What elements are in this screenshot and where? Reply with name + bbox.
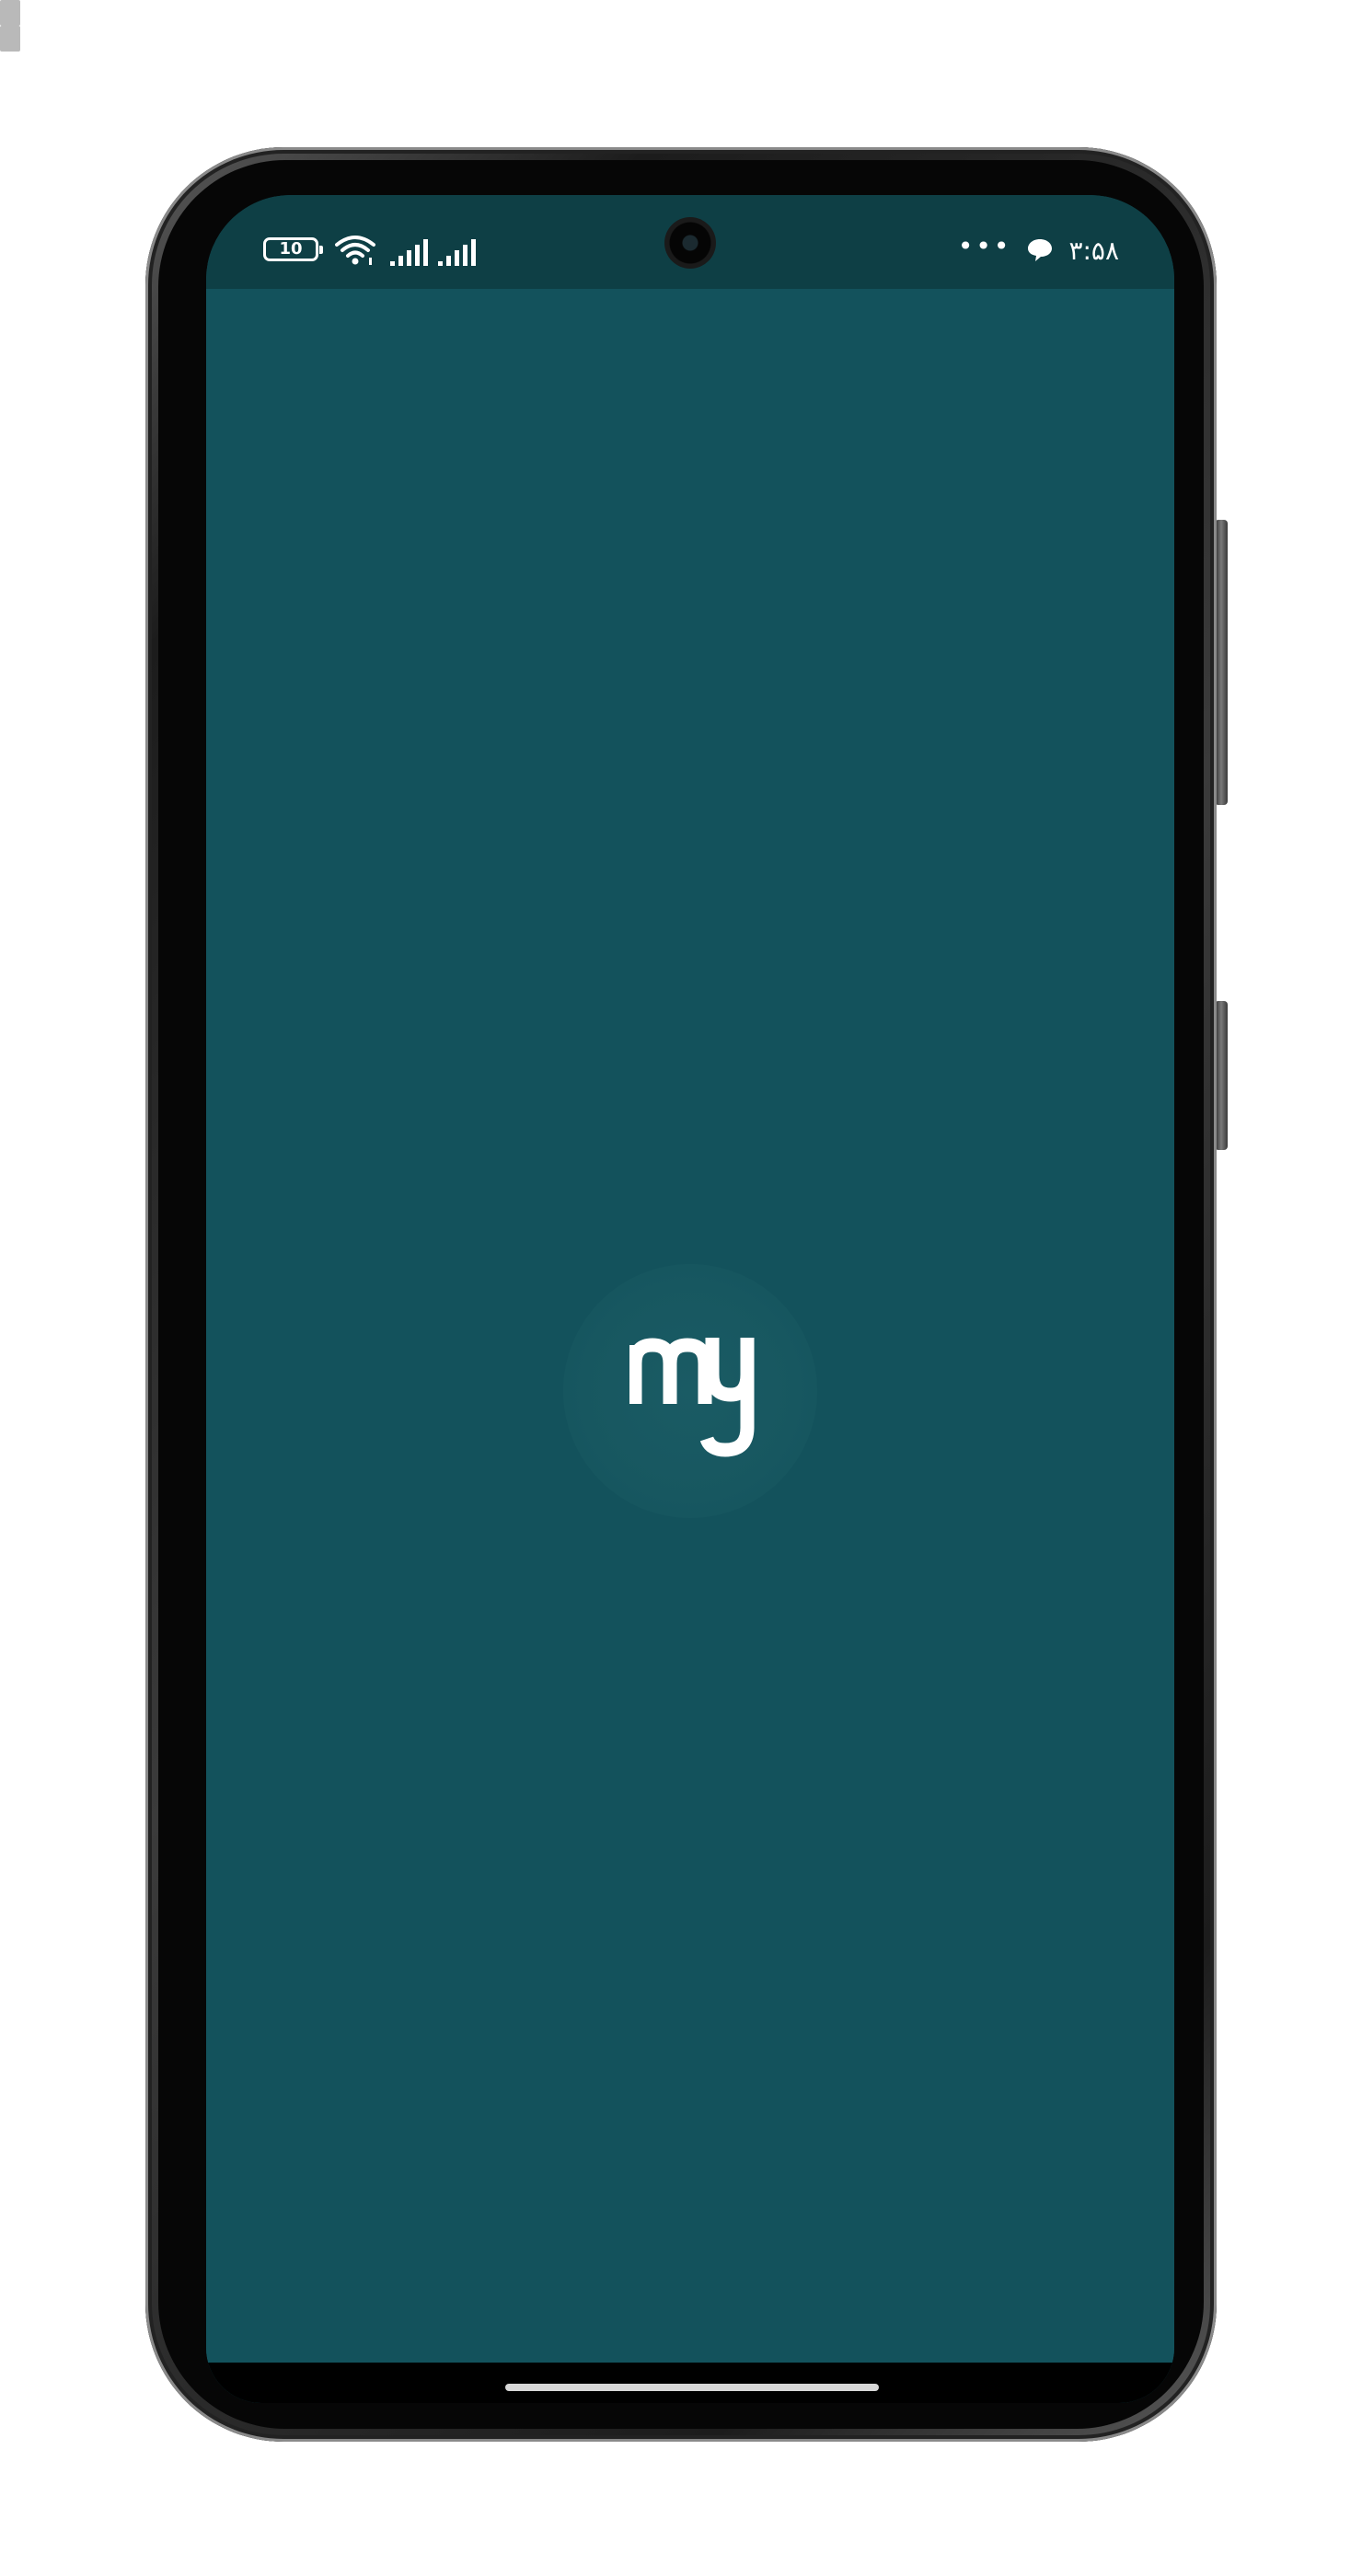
battery-icon: 10 [263, 237, 323, 261]
more-dots-icon: ••• [957, 231, 1012, 261]
wifi-icon [335, 236, 375, 265]
frame-antenna-line [0, 26, 20, 52]
device-mockup: 10 ••• ۳:۵۸ [0, 0, 1362, 2576]
volume-button [1215, 1001, 1228, 1150]
status-time: ۳:۵۸ [1068, 235, 1119, 266]
my-logo-icon: my [629, 1338, 755, 1457]
chat-bubble-icon [1028, 239, 1053, 261]
app-logo: my [563, 1264, 817, 1518]
power-button [1215, 520, 1228, 805]
status-bar: 10 ••• ۳:۵۸ [206, 195, 1174, 289]
splash-screen: my [206, 289, 1174, 2363]
home-indicator[interactable] [505, 2384, 879, 2391]
phone-bezel: 10 ••• ۳:۵۸ [158, 160, 1204, 2429]
status-right-group: ••• ۳:۵۸ [958, 232, 1119, 269]
signal-icon [438, 239, 476, 266]
navigation-bar [206, 2363, 1174, 2403]
frame-antenna-line [0, 0, 20, 26]
screen: 10 ••• ۳:۵۸ [206, 195, 1174, 2403]
battery-level: 10 [279, 239, 303, 259]
signal-icon [390, 239, 428, 266]
phone-frame: 10 ••• ۳:۵۸ [145, 147, 1217, 2442]
front-camera [664, 217, 716, 269]
